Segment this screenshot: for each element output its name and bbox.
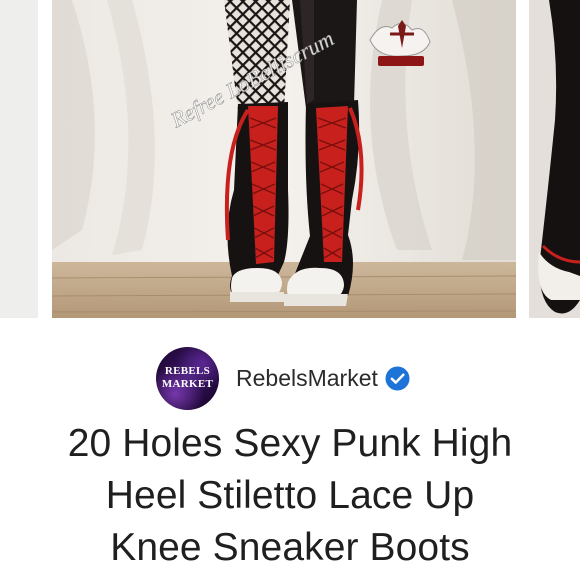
product-image-carousel[interactable]: Refree LoBelliscrum xyxy=(0,0,580,318)
brand-avatar[interactable]: REBELS MARKET xyxy=(156,346,219,410)
previous-image-slide[interactable] xyxy=(0,0,38,318)
verified-check-icon xyxy=(385,366,410,390)
product-main-image[interactable]: Refree LoBelliscrum xyxy=(52,0,516,318)
product-title: 20 Holes Sexy Punk High Heel Stiletto La… xyxy=(0,418,580,574)
next-image-slide[interactable] xyxy=(529,0,580,318)
product-title-line2: Heel Stiletto Lace Up xyxy=(105,474,475,517)
product-title-line3: Knee Sneaker Boots xyxy=(110,526,470,569)
avatar-text-line1: REBELS xyxy=(164,364,211,377)
avatar-text-line2: MARKET xyxy=(161,377,214,390)
brand-name[interactable]: RebelsMarket xyxy=(236,365,378,392)
brand-row[interactable]: REBELS MARKET RebelsMarket xyxy=(156,346,410,410)
product-title-line1: 20 Holes Sexy Punk High xyxy=(67,422,513,465)
